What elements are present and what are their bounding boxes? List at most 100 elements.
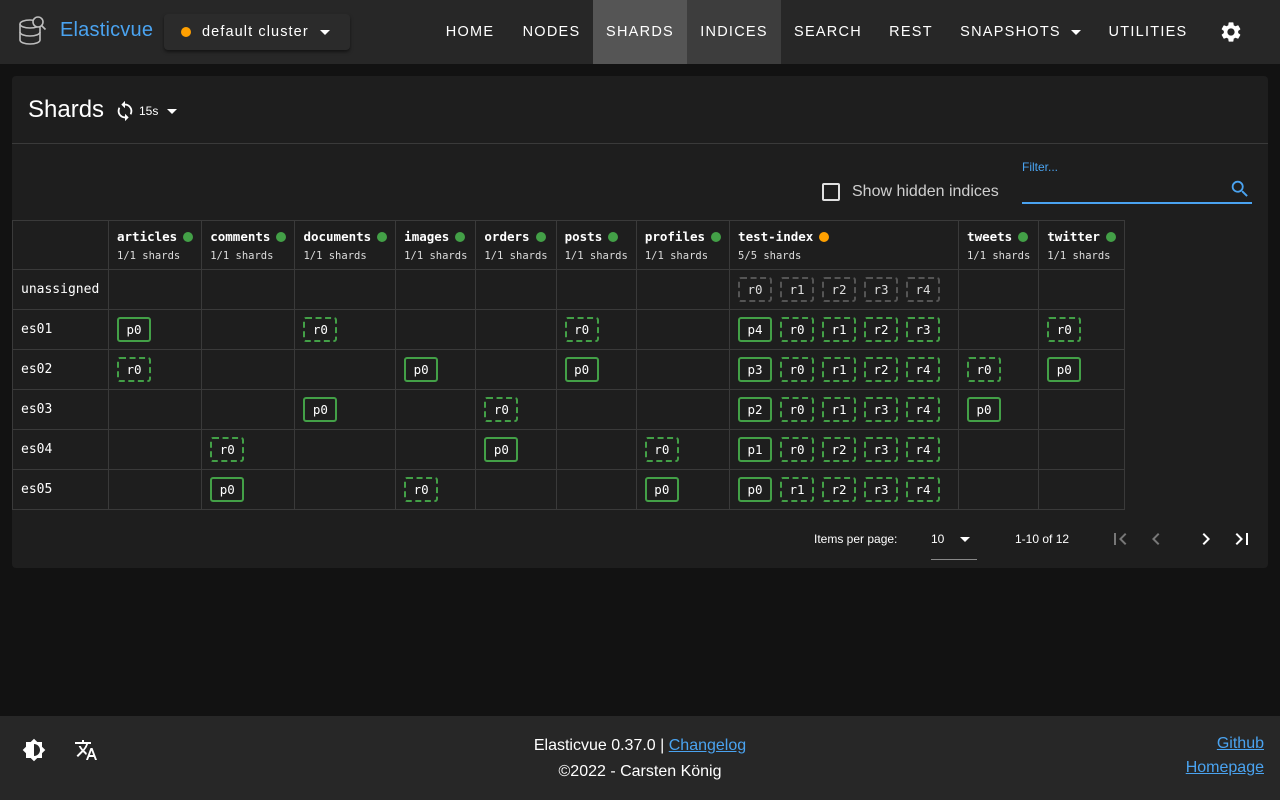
index-header-4[interactable]: orders 1/1 shards: [475, 220, 557, 270]
show-hidden-label[interactable]: Show hidden indices: [852, 183, 999, 201]
replica-shard[interactable]: r0: [484, 397, 519, 422]
index-header-6[interactable]: profiles 1/1 shards: [635, 220, 731, 270]
app-title[interactable]: Elasticvue: [60, 19, 153, 42]
replica-shard[interactable]: r1: [822, 397, 857, 422]
unassigned-shard[interactable]: r0: [738, 277, 773, 302]
index-header-7[interactable]: test-index 5/5 shards: [729, 220, 960, 270]
nav-snapshots[interactable]: SNAPSHOTS: [947, 0, 1094, 64]
replica-shard[interactable]: r0: [967, 357, 1002, 382]
homepage-link[interactable]: Homepage: [1186, 759, 1264, 777]
primary-shard[interactable]: p0: [303, 397, 338, 422]
index-header-0[interactable]: articles 1/1 shards: [107, 220, 203, 270]
primary-shard[interactable]: p1: [738, 437, 773, 462]
chevron-down-icon[interactable]: [167, 109, 177, 114]
nav-indices[interactable]: INDICES: [687, 0, 781, 64]
primary-shard[interactable]: p0: [644, 477, 679, 502]
replica-shard[interactable]: r0: [780, 437, 815, 462]
filter-input[interactable]: [1022, 176, 1222, 200]
shard-cell: [395, 269, 477, 310]
primary-shard[interactable]: p2: [738, 397, 773, 422]
replica-shard[interactable]: r0: [780, 317, 815, 342]
replica-shard[interactable]: r1: [822, 357, 857, 382]
health-dot: [276, 231, 287, 242]
replica-shard[interactable]: r4: [906, 477, 941, 502]
shard-cell: [395, 309, 477, 350]
unassigned-shard[interactable]: r3: [864, 277, 899, 302]
nav-rest[interactable]: REST: [875, 0, 947, 64]
primary-shard[interactable]: p0: [564, 357, 599, 382]
items-per-page-label: Items per page:: [814, 532, 898, 546]
logo-icon[interactable]: [16, 16, 48, 48]
shard-cell: p0: [395, 349, 477, 390]
nav-home[interactable]: HOME: [430, 0, 510, 64]
nav-utilities[interactable]: UTILITIES: [1094, 0, 1202, 64]
replica-shard[interactable]: r0: [780, 397, 815, 422]
replica-shard[interactable]: r0: [1047, 317, 1082, 342]
nav-search[interactable]: SEARCH: [781, 0, 875, 64]
primary-shard[interactable]: p0: [484, 437, 519, 462]
refresh-icon[interactable]: [114, 100, 136, 122]
replica-shard[interactable]: r1: [780, 477, 815, 502]
show-hidden-checkbox[interactable]: [822, 183, 840, 201]
index-header-3[interactable]: images 1/1 shards: [395, 220, 477, 270]
shard-cell: [555, 469, 637, 510]
last-page-icon[interactable]: [1230, 527, 1254, 551]
replica-shard[interactable]: r4: [906, 357, 941, 382]
index-header-5[interactable]: posts 1/1 shards: [555, 220, 637, 270]
primary-shard[interactable]: p4: [738, 317, 773, 342]
index-header-9[interactable]: twitter 1/1 shards: [1038, 220, 1125, 270]
cluster-selector[interactable]: default cluster: [164, 14, 350, 50]
replica-shard[interactable]: r2: [864, 317, 899, 342]
replica-shard[interactable]: r0: [780, 357, 815, 382]
replica-shard[interactable]: r4: [906, 437, 941, 462]
replica-shard[interactable]: r2: [864, 357, 899, 382]
next-page-icon[interactable]: [1194, 527, 1218, 551]
changelog-link[interactable]: Changelog: [669, 737, 746, 754]
primary-shard[interactable]: p0: [738, 477, 773, 502]
prev-page-icon[interactable]: [1144, 527, 1168, 551]
shard-cell: p0: [555, 349, 637, 390]
refresh-interval[interactable]: 15s: [139, 104, 158, 118]
replica-shard[interactable]: r2: [822, 437, 857, 462]
items-per-page-select[interactable]: 10: [931, 532, 977, 560]
index-shard-count: 1/1 shards: [564, 249, 628, 262]
nav-shards[interactable]: SHARDS: [593, 0, 687, 64]
primary-shard[interactable]: p0: [404, 357, 439, 382]
replica-shard[interactable]: r0: [117, 357, 151, 382]
replica-shard[interactable]: r3: [906, 317, 941, 342]
github-link[interactable]: Github: [1217, 735, 1264, 753]
shard-cell: r0: [475, 389, 557, 430]
primary-shard[interactable]: p0: [117, 317, 151, 342]
primary-shard[interactable]: p0: [967, 397, 1002, 422]
health-dot: [1018, 231, 1029, 242]
replica-shard[interactable]: r0: [210, 437, 245, 462]
index-header-8[interactable]: tweets 1/1 shards: [958, 220, 1040, 270]
replica-shard[interactable]: r3: [864, 397, 899, 422]
replica-shard[interactable]: r0: [303, 317, 338, 342]
replica-shard[interactable]: r2: [822, 477, 857, 502]
shard-cell: [107, 469, 203, 510]
shard-cell: [635, 309, 731, 350]
replica-shard[interactable]: r4: [906, 397, 941, 422]
first-page-icon[interactable]: [1108, 527, 1132, 551]
replica-shard[interactable]: r0: [644, 437, 679, 462]
nav-nodes[interactable]: NODES: [510, 0, 593, 64]
shard-cell: r0: [1038, 309, 1125, 350]
index-header-2[interactable]: documents 1/1 shards: [294, 220, 397, 270]
shard-cell: [475, 309, 557, 350]
replica-shard[interactable]: r3: [864, 477, 899, 502]
replica-shard[interactable]: r0: [404, 477, 439, 502]
primary-shard[interactable]: p0: [1047, 357, 1082, 382]
replica-shard[interactable]: r1: [822, 317, 857, 342]
index-header-1[interactable]: comments 1/1 shards: [201, 220, 296, 270]
search-icon[interactable]: [1229, 178, 1251, 200]
replica-shard[interactable]: r3: [864, 437, 899, 462]
unassigned-shard[interactable]: r4: [906, 277, 941, 302]
replica-shard[interactable]: r0: [564, 317, 599, 342]
primary-shard[interactable]: p0: [210, 477, 245, 502]
gear-icon[interactable]: [1219, 20, 1243, 44]
nav-indices-label: INDICES: [700, 24, 768, 40]
unassigned-shard[interactable]: r1: [780, 277, 815, 302]
primary-shard[interactable]: p3: [738, 357, 773, 382]
unassigned-shard[interactable]: r2: [822, 277, 857, 302]
